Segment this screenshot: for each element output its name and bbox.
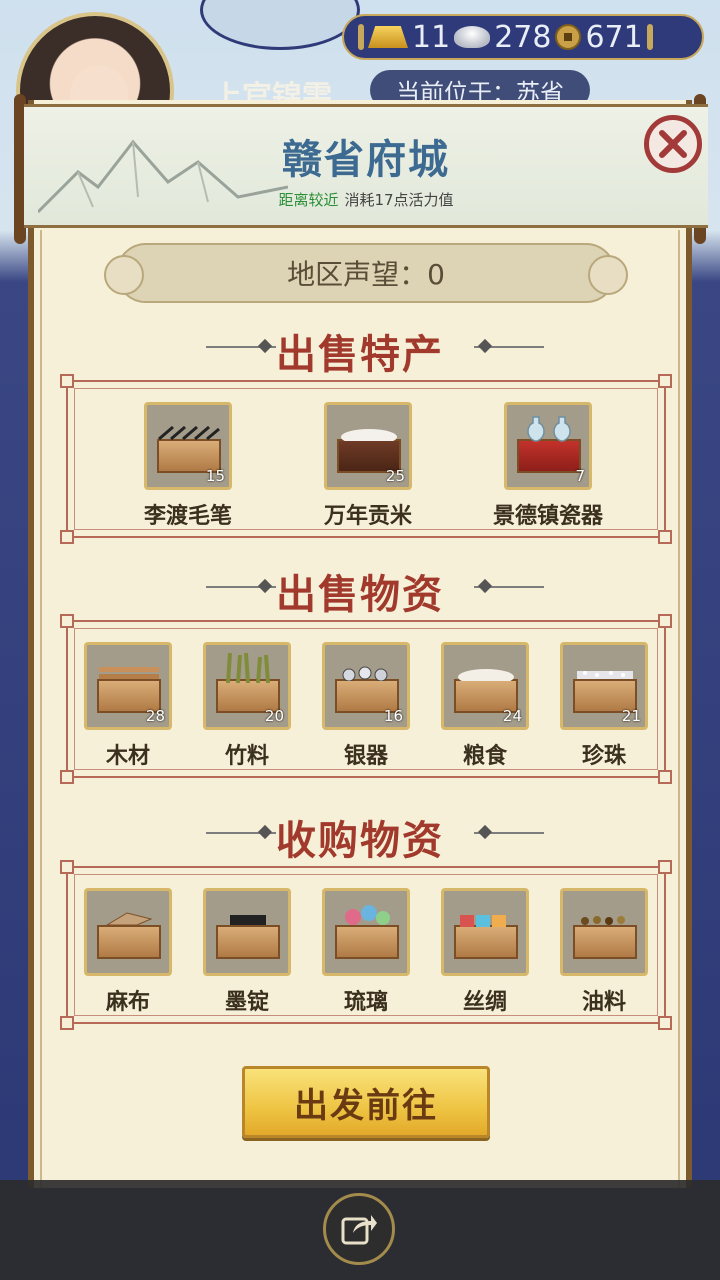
item-name: 粮食 [462,744,507,769]
section-title-sell-goods: 出售物资 [276,572,444,618]
item-count: 25 [385,467,405,485]
bamboo-ornament-icon [646,24,653,50]
item-name: 麻布 [105,990,150,1015]
city-trade-popup: 赣省府城 距离较近 消耗17点活力值 地区声望：0 出售特产 15 李渡毛笔 2… [24,100,708,1188]
city-title: 赣省府城 [282,137,450,183]
section-title-buy-goods: 收购物资 [276,818,444,864]
item-count: 7 [575,467,585,485]
gold-bar-icon [368,26,408,48]
goods-item[interactable]: 16 银器 [306,642,426,770]
goods-item[interactable]: 琉璃 [306,888,426,1016]
porcelain-box-icon: 7 [504,402,592,490]
goods-item[interactable]: 21 珍珠 [544,642,664,770]
item-name: 木材 [105,744,150,769]
item-name: 墨锭 [224,990,269,1015]
bamboo-ornament-icon [358,24,364,50]
goods-item[interactable]: 丝绸 [425,888,545,1016]
goods-item[interactable]: 24 粮食 [425,642,545,770]
linen-crate-icon [84,888,172,976]
coin-amount: 671 [585,19,643,55]
glass-crate-icon [322,888,410,976]
silver-ingot-icon [454,26,491,48]
brush-crate-icon: 15 [144,402,232,490]
close-button[interactable] [644,115,702,173]
item-name: 景德镇瓷器 [492,504,603,529]
gold-amount: 11 [412,19,451,55]
item-count: 16 [383,707,403,725]
item-name: 丝绸 [462,990,507,1015]
share-button[interactable] [323,1193,395,1265]
item-count: 28 [145,707,165,725]
specialty-goods-panel: 15 李渡毛笔 25 万年贡米 7 景德镇瓷器 [60,374,672,544]
distance-label: 距离较近 [278,191,339,209]
item-count: 15 [205,467,225,485]
energy-cost-label: 消耗17点活力值 [344,191,454,209]
goods-item[interactable]: 7 景德镇瓷器 [488,402,608,530]
bamboo-crate-icon: 20 [203,642,291,730]
goods-item[interactable]: 20 竹料 [187,642,307,770]
popup-header: 赣省府城 距离较近 消耗17点活力值 [24,104,708,228]
ink-crate-icon [203,888,291,976]
currency-bar: 11 278 671 [342,14,704,60]
item-name: 银器 [343,744,388,769]
goods-item[interactable]: 墨锭 [187,888,307,1016]
pearl-crate-icon: 21 [560,642,648,730]
goods-item[interactable]: 油料 [544,888,664,1016]
section-title-specialty: 出售特产 [276,332,444,378]
gold-counter: 11 [368,20,450,55]
silk-crate-icon [441,888,529,976]
coin-counter: 671 [555,19,643,55]
oil-crate-icon [560,888,648,976]
silver-amount: 278 [494,19,552,55]
item-name: 万年贡米 [323,504,412,529]
travel-info: 距离较近 消耗17点活力值 [24,189,708,210]
share-arrow-icon [341,1215,377,1245]
goods-item[interactable]: 25 万年贡米 [308,402,428,530]
grain-crate-icon: 24 [441,642,529,730]
item-name: 竹料 [224,744,269,769]
silver-counter: 278 [454,20,551,55]
goods-item[interactable]: 麻布 [68,888,188,1016]
item-name: 油料 [581,990,626,1015]
item-name: 珍珠 [581,744,626,769]
region-reputation: 地区声望：0 [104,243,628,303]
item-count: 24 [502,707,522,725]
item-count: 20 [264,707,284,725]
item-count: 21 [621,707,641,725]
item-name: 李渡毛笔 [143,504,232,529]
goods-item[interactable]: 28 木材 [68,642,188,770]
copper-coin-icon [555,24,582,50]
sell-goods-panel: 28 木材 20 竹料 16 银器 24 粮食 21 珍珠 [60,614,672,784]
rice-box-icon: 25 [324,402,412,490]
silverware-crate-icon: 16 [322,642,410,730]
goods-item[interactable]: 15 李渡毛笔 [128,402,248,530]
close-icon [659,130,687,158]
depart-button[interactable]: 出发前往 [242,1066,490,1138]
wood-crate-icon: 28 [84,642,172,730]
buy-goods-panel: 麻布 墨锭 琉璃 丝绸 油料 [60,860,672,1030]
item-name: 琉璃 [343,990,388,1015]
